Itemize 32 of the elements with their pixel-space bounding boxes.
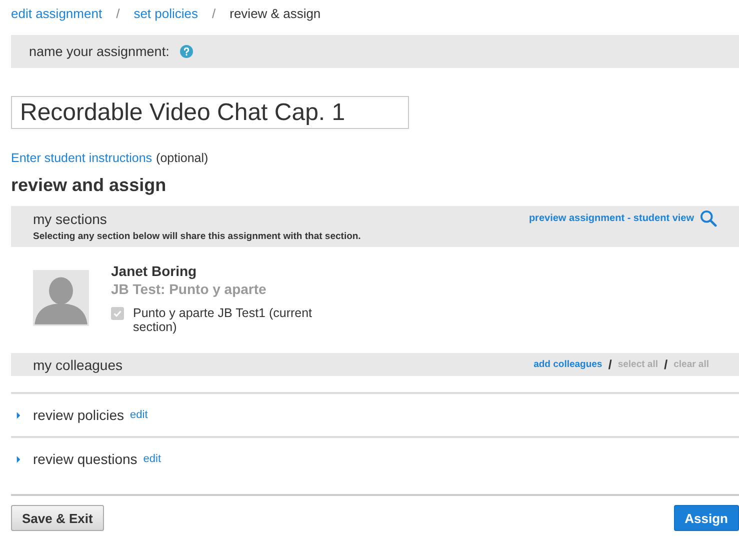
assign-button[interactable]: Assign <box>674 505 739 531</box>
action-link: clear all <box>674 359 709 370</box>
input-field[interactable]: Recordable Video Chat Cap. 1 <box>11 96 409 129</box>
search-icon[interactable] <box>700 210 717 227</box>
section-note: Selecting any section below will share this assignment with that section. <box>33 231 362 242</box>
section-title: my sections <box>33 210 107 226</box>
caret-right-icon[interactable] <box>16 456 21 462</box>
instructions-link[interactable]: Enter student instructions <box>11 151 152 165</box>
page-heading: review and assign <box>11 175 168 196</box>
preview-link[interactable]: preview assignment - student view <box>528 213 694 224</box>
action-link: select all <box>618 359 658 370</box>
breadcrumb-item: review & assign <box>230 6 321 20</box>
breadcrumb-separator: / <box>116 6 120 20</box>
caret-right-icon[interactable] <box>16 412 21 418</box>
help-icon[interactable] <box>180 45 194 58</box>
save-button[interactable]: Save & Exit <box>11 505 104 531</box>
separator-slash: / <box>608 357 612 372</box>
breadcrumb-item[interactable]: edit assignment <box>11 6 102 20</box>
breadcrumb-item[interactable]: set policies <box>134 6 198 20</box>
optional-note: (optional) <box>156 151 208 165</box>
edit-link[interactable]: edit <box>143 453 162 465</box>
section-title: my colleagues <box>33 356 122 372</box>
checkbox-label: Punto y aparte JB Test1 (current section) <box>133 306 314 334</box>
edit-link[interactable]: edit <box>130 409 148 421</box>
teacher-name: Janet Boring <box>111 263 198 279</box>
action-link[interactable]: add colleagues <box>534 359 602 370</box>
separator-slash: / <box>664 357 668 372</box>
review-title: review questions <box>33 451 138 467</box>
breadcrumb-separator: / <box>212 6 216 20</box>
review-title: review policies <box>33 407 124 423</box>
course-name: JB Test: Punto y aparte <box>111 281 268 297</box>
field-label: name your assignment: <box>29 44 170 59</box>
